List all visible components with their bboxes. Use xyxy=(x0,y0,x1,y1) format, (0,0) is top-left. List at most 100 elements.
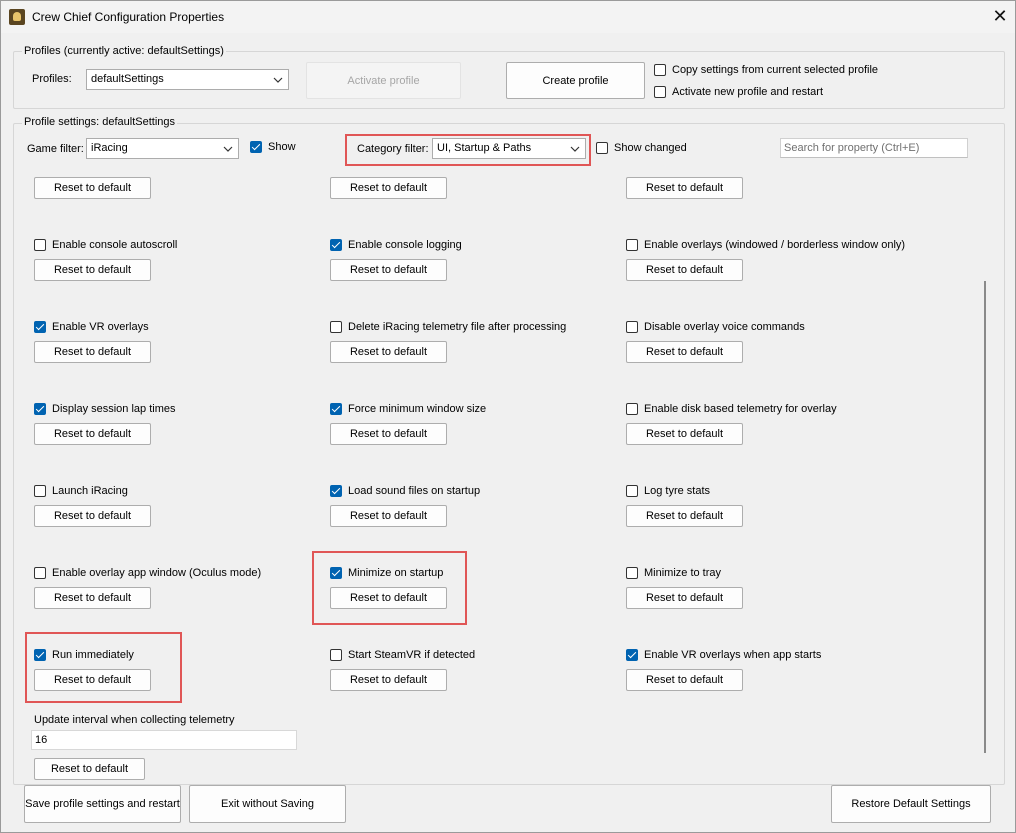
reset-to-default-button[interactable]: Reset to default xyxy=(330,177,447,199)
checkbox-box[interactable] xyxy=(654,64,666,76)
reset-to-default-button[interactable]: Reset to default xyxy=(34,423,151,445)
config-window: Crew Chief Configuration Properties ✕ Pr… xyxy=(0,0,1016,833)
run-immediately-highlight xyxy=(25,632,182,703)
activate-new-profile-checkbox[interactable]: Activate new profile and restart xyxy=(654,85,823,99)
reset-to-default-button[interactable]: Reset to default xyxy=(330,341,447,363)
checkbox-box[interactable] xyxy=(250,141,262,153)
reset-to-default-button[interactable]: Reset to default xyxy=(626,259,743,281)
setting-checkbox[interactable]: Display session lap times xyxy=(34,402,176,416)
reset-to-default-button[interactable]: Reset to default xyxy=(330,259,447,281)
checkbox-box[interactable] xyxy=(626,485,638,497)
checkbox-box[interactable] xyxy=(34,485,46,497)
setting-label: Log tyre stats xyxy=(644,485,711,497)
profile-settings-group-label: Profile settings: defaultSettings xyxy=(22,116,178,128)
checkbox-box[interactable] xyxy=(34,403,46,415)
reset-to-default-button[interactable]: Reset to default xyxy=(626,669,743,691)
reset-to-default-button[interactable]: Reset to default xyxy=(330,669,447,691)
setting-checkbox[interactable]: Delete iRacing telemetry file after proc… xyxy=(330,320,566,334)
reset-to-default-button[interactable]: Reset to default xyxy=(34,341,151,363)
reset-to-default-button[interactable]: Reset to default xyxy=(330,505,447,527)
reset-to-default-button[interactable]: Reset to default xyxy=(626,505,743,527)
copy-settings-checkbox[interactable]: Copy settings from current selected prof… xyxy=(654,63,878,77)
setting-checkbox[interactable]: Enable console logging xyxy=(330,238,462,252)
setting-checkbox[interactable]: Enable overlays (windowed / borderless w… xyxy=(626,238,905,252)
setting-label: Enable disk based telemetry for overlay xyxy=(644,403,837,415)
chevron-down-icon xyxy=(570,146,580,152)
show-changed-label: Show changed xyxy=(614,142,687,154)
reset-to-default-button[interactable]: Reset to default xyxy=(34,505,151,527)
setting-label: Enable overlays (windowed / borderless w… xyxy=(644,239,906,251)
setting-checkbox[interactable]: Minimize to tray xyxy=(626,566,721,580)
setting-label: Enable overlay app window (Oculus mode) xyxy=(52,567,262,579)
setting-checkbox[interactable]: Enable overlay app window (Oculus mode) xyxy=(34,566,261,580)
checkbox-box[interactable] xyxy=(330,239,342,251)
category-filter-label: Category filter: xyxy=(357,143,429,155)
setting-checkbox[interactable]: Disable overlay voice commands xyxy=(626,320,805,334)
update-interval-input[interactable]: 16 xyxy=(31,730,297,750)
setting-checkbox[interactable]: Log tyre stats xyxy=(626,484,710,498)
checkbox-box[interactable] xyxy=(330,485,342,497)
title-bar: Crew Chief Configuration Properties ✕ xyxy=(1,1,1015,33)
setting-checkbox[interactable]: Enable console autoscroll xyxy=(34,238,177,252)
checkbox-box[interactable] xyxy=(626,239,638,251)
reset-to-default-button[interactable]: Reset to default xyxy=(626,587,743,609)
setting-label: Load sound files on startup xyxy=(348,485,481,497)
reset-to-default-button[interactable]: Reset to default xyxy=(626,341,743,363)
setting-label: Enable console logging xyxy=(348,239,462,251)
profiles-dropdown[interactable]: defaultSettings xyxy=(86,69,289,90)
checkbox-box[interactable] xyxy=(626,321,638,333)
setting-checkbox[interactable]: Start SteamVR if detected xyxy=(330,648,475,662)
profiles-dropdown-value: defaultSettings xyxy=(91,73,164,85)
show-checkbox[interactable]: Show xyxy=(250,140,296,154)
settings-scrollbar-thumb[interactable] xyxy=(984,281,986,753)
create-profile-button[interactable]: Create profile xyxy=(506,62,645,99)
checkbox-box[interactable] xyxy=(330,649,342,661)
copy-settings-label: Copy settings from current selected prof… xyxy=(672,64,879,76)
setting-label: Force minimum window size xyxy=(348,403,487,415)
exit-without-saving-button[interactable]: Exit without Saving xyxy=(189,785,346,823)
checkbox-box[interactable] xyxy=(596,142,608,154)
game-filter-dropdown[interactable]: iRacing xyxy=(86,138,239,159)
reset-to-default-button[interactable]: Reset to default xyxy=(330,423,447,445)
setting-checkbox[interactable]: Launch iRacing xyxy=(34,484,128,498)
reset-to-default-button[interactable]: Reset to default xyxy=(626,423,743,445)
checkbox-box[interactable] xyxy=(34,567,46,579)
setting-checkbox[interactable]: Load sound files on startup xyxy=(330,484,480,498)
close-icon[interactable]: ✕ xyxy=(987,4,1013,28)
setting-label: Minimize to tray xyxy=(644,567,722,579)
checkbox-box[interactable] xyxy=(626,403,638,415)
checkbox-box[interactable] xyxy=(34,239,46,251)
search-property-input[interactable] xyxy=(780,138,968,158)
setting-checkbox[interactable]: Enable disk based telemetry for overlay xyxy=(626,402,837,416)
show-changed-checkbox[interactable]: Show changed xyxy=(596,141,687,155)
checkbox-box[interactable] xyxy=(330,321,342,333)
setting-label: Start SteamVR if detected xyxy=(348,649,476,661)
setting-checkbox[interactable]: Enable VR overlays xyxy=(34,320,149,334)
reset-to-default-button[interactable]: Reset to default xyxy=(34,177,151,199)
profiles-label: Profiles: xyxy=(32,73,72,85)
show-label: Show xyxy=(268,141,296,153)
checkbox-box[interactable] xyxy=(330,403,342,415)
activate-profile-button[interactable]: Activate profile xyxy=(306,62,461,99)
game-filter-label: Game filter: xyxy=(27,143,84,155)
setting-label: Enable VR overlays when app starts xyxy=(644,649,822,661)
category-filter-dropdown[interactable]: UI, Startup & Paths xyxy=(432,138,586,159)
game-filter-value: iRacing xyxy=(91,142,128,154)
checkbox-box[interactable] xyxy=(654,86,666,98)
update-interval-reset-button[interactable]: Reset to default xyxy=(34,758,145,780)
checkbox-box[interactable] xyxy=(626,649,638,661)
checkbox-box[interactable] xyxy=(626,567,638,579)
setting-checkbox[interactable]: Enable VR overlays when app starts xyxy=(626,648,821,662)
reset-to-default-button[interactable]: Reset to default xyxy=(34,587,151,609)
reset-to-default-button[interactable]: Reset to default xyxy=(626,177,743,199)
reset-to-default-button[interactable]: Reset to default xyxy=(34,259,151,281)
category-filter-value: UI, Startup & Paths xyxy=(437,142,532,154)
update-interval-value: 16 xyxy=(35,734,48,746)
restore-default-settings-button[interactable]: Restore Default Settings xyxy=(831,785,991,823)
setting-checkbox[interactable]: Force minimum window size xyxy=(330,402,486,416)
checkbox-box[interactable] xyxy=(34,321,46,333)
activate-new-profile-label: Activate new profile and restart xyxy=(672,86,824,98)
save-profile-restart-button[interactable]: Save profile settings and restart xyxy=(24,785,181,823)
setting-label: Disable overlay voice commands xyxy=(644,321,805,333)
setting-label: Display session lap times xyxy=(52,403,176,415)
